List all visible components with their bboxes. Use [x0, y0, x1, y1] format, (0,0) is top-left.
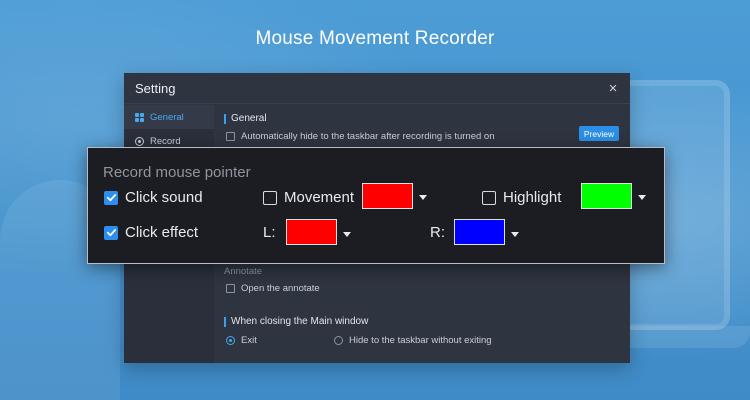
- open-annotate-label: Open the annotate: [241, 283, 320, 294]
- click-sound-option[interactable]: Click sound: [104, 189, 203, 206]
- sidebar-item-label: Record: [150, 135, 181, 147]
- section-title-text: When closing the Main window: [231, 316, 369, 327]
- auto-hide-option[interactable]: Automatically hide to the taskbar after …: [226, 131, 494, 142]
- grid-icon: [134, 112, 144, 122]
- open-annotate-checkbox[interactable]: [226, 284, 235, 293]
- highlight-label: Highlight: [503, 189, 562, 206]
- window-header: Setting ×: [124, 73, 630, 104]
- section-title-closing: When closing the Main window: [224, 316, 368, 327]
- highlight-color-swatch[interactable]: [581, 183, 632, 209]
- sidebar-item-general[interactable]: General: [124, 105, 214, 129]
- right-click-label: R:: [430, 224, 445, 241]
- exit-radio[interactable]: [226, 336, 235, 345]
- click-sound-checkbox[interactable]: [104, 190, 118, 205]
- auto-hide-checkbox[interactable]: [226, 132, 235, 141]
- click-sound-label: Click sound: [125, 189, 203, 206]
- highlight-color-dropdown-icon[interactable]: [638, 195, 646, 200]
- left-click-label: L:: [263, 224, 276, 241]
- movement-checkbox[interactable]: [263, 190, 277, 205]
- movement-label: Movement: [284, 189, 355, 206]
- auto-hide-label: Automatically hide to the taskbar after …: [241, 131, 495, 142]
- highlight-option[interactable]: Highlight: [482, 189, 561, 206]
- banner-title: Mouse Movement Recorder: [255, 28, 495, 49]
- click-effect-label: Click effect: [125, 224, 199, 241]
- click-effect-option[interactable]: Click effect: [104, 224, 198, 241]
- section-title-general: General: [224, 113, 267, 124]
- record-mouse-pointer-panel: Record mouse pointer Click sound Movemen…: [87, 147, 665, 264]
- checkmark-icon: [106, 229, 116, 237]
- hide-to-taskbar-radio[interactable]: [334, 336, 343, 345]
- section-title-annotate: Annotate: [224, 266, 263, 277]
- hide-to-taskbar-label: Hide to the taskbar without exiting: [349, 335, 492, 346]
- exit-option[interactable]: Exit: [226, 335, 257, 346]
- panel-title: Record mouse pointer: [103, 164, 251, 181]
- movement-color-dropdown-icon[interactable]: [419, 195, 427, 200]
- preview-button[interactable]: Preview: [579, 126, 619, 141]
- window-title: Setting: [135, 80, 176, 96]
- right-click-color-swatch[interactable]: [454, 219, 505, 245]
- highlight-checkbox[interactable]: [482, 190, 496, 205]
- close-button[interactable]: ×: [606, 80, 620, 97]
- open-annotate-option[interactable]: Open the annotate: [226, 283, 320, 294]
- exit-label: Exit: [241, 335, 257, 346]
- movement-color-swatch[interactable]: [362, 183, 413, 209]
- click-effect-checkbox[interactable]: [104, 225, 118, 240]
- right-click-color-dropdown-icon[interactable]: [511, 232, 519, 237]
- sidebar-item-label: General: [150, 111, 184, 123]
- left-click-color-swatch[interactable]: [286, 219, 337, 245]
- record-icon: [134, 136, 144, 146]
- hide-to-taskbar-option[interactable]: Hide to the taskbar without exiting: [334, 335, 492, 346]
- checkmark-icon: [106, 194, 116, 202]
- left-click-color-dropdown-icon[interactable]: [343, 232, 351, 237]
- movement-option[interactable]: Movement: [263, 189, 354, 206]
- section-title-text: General: [231, 113, 267, 124]
